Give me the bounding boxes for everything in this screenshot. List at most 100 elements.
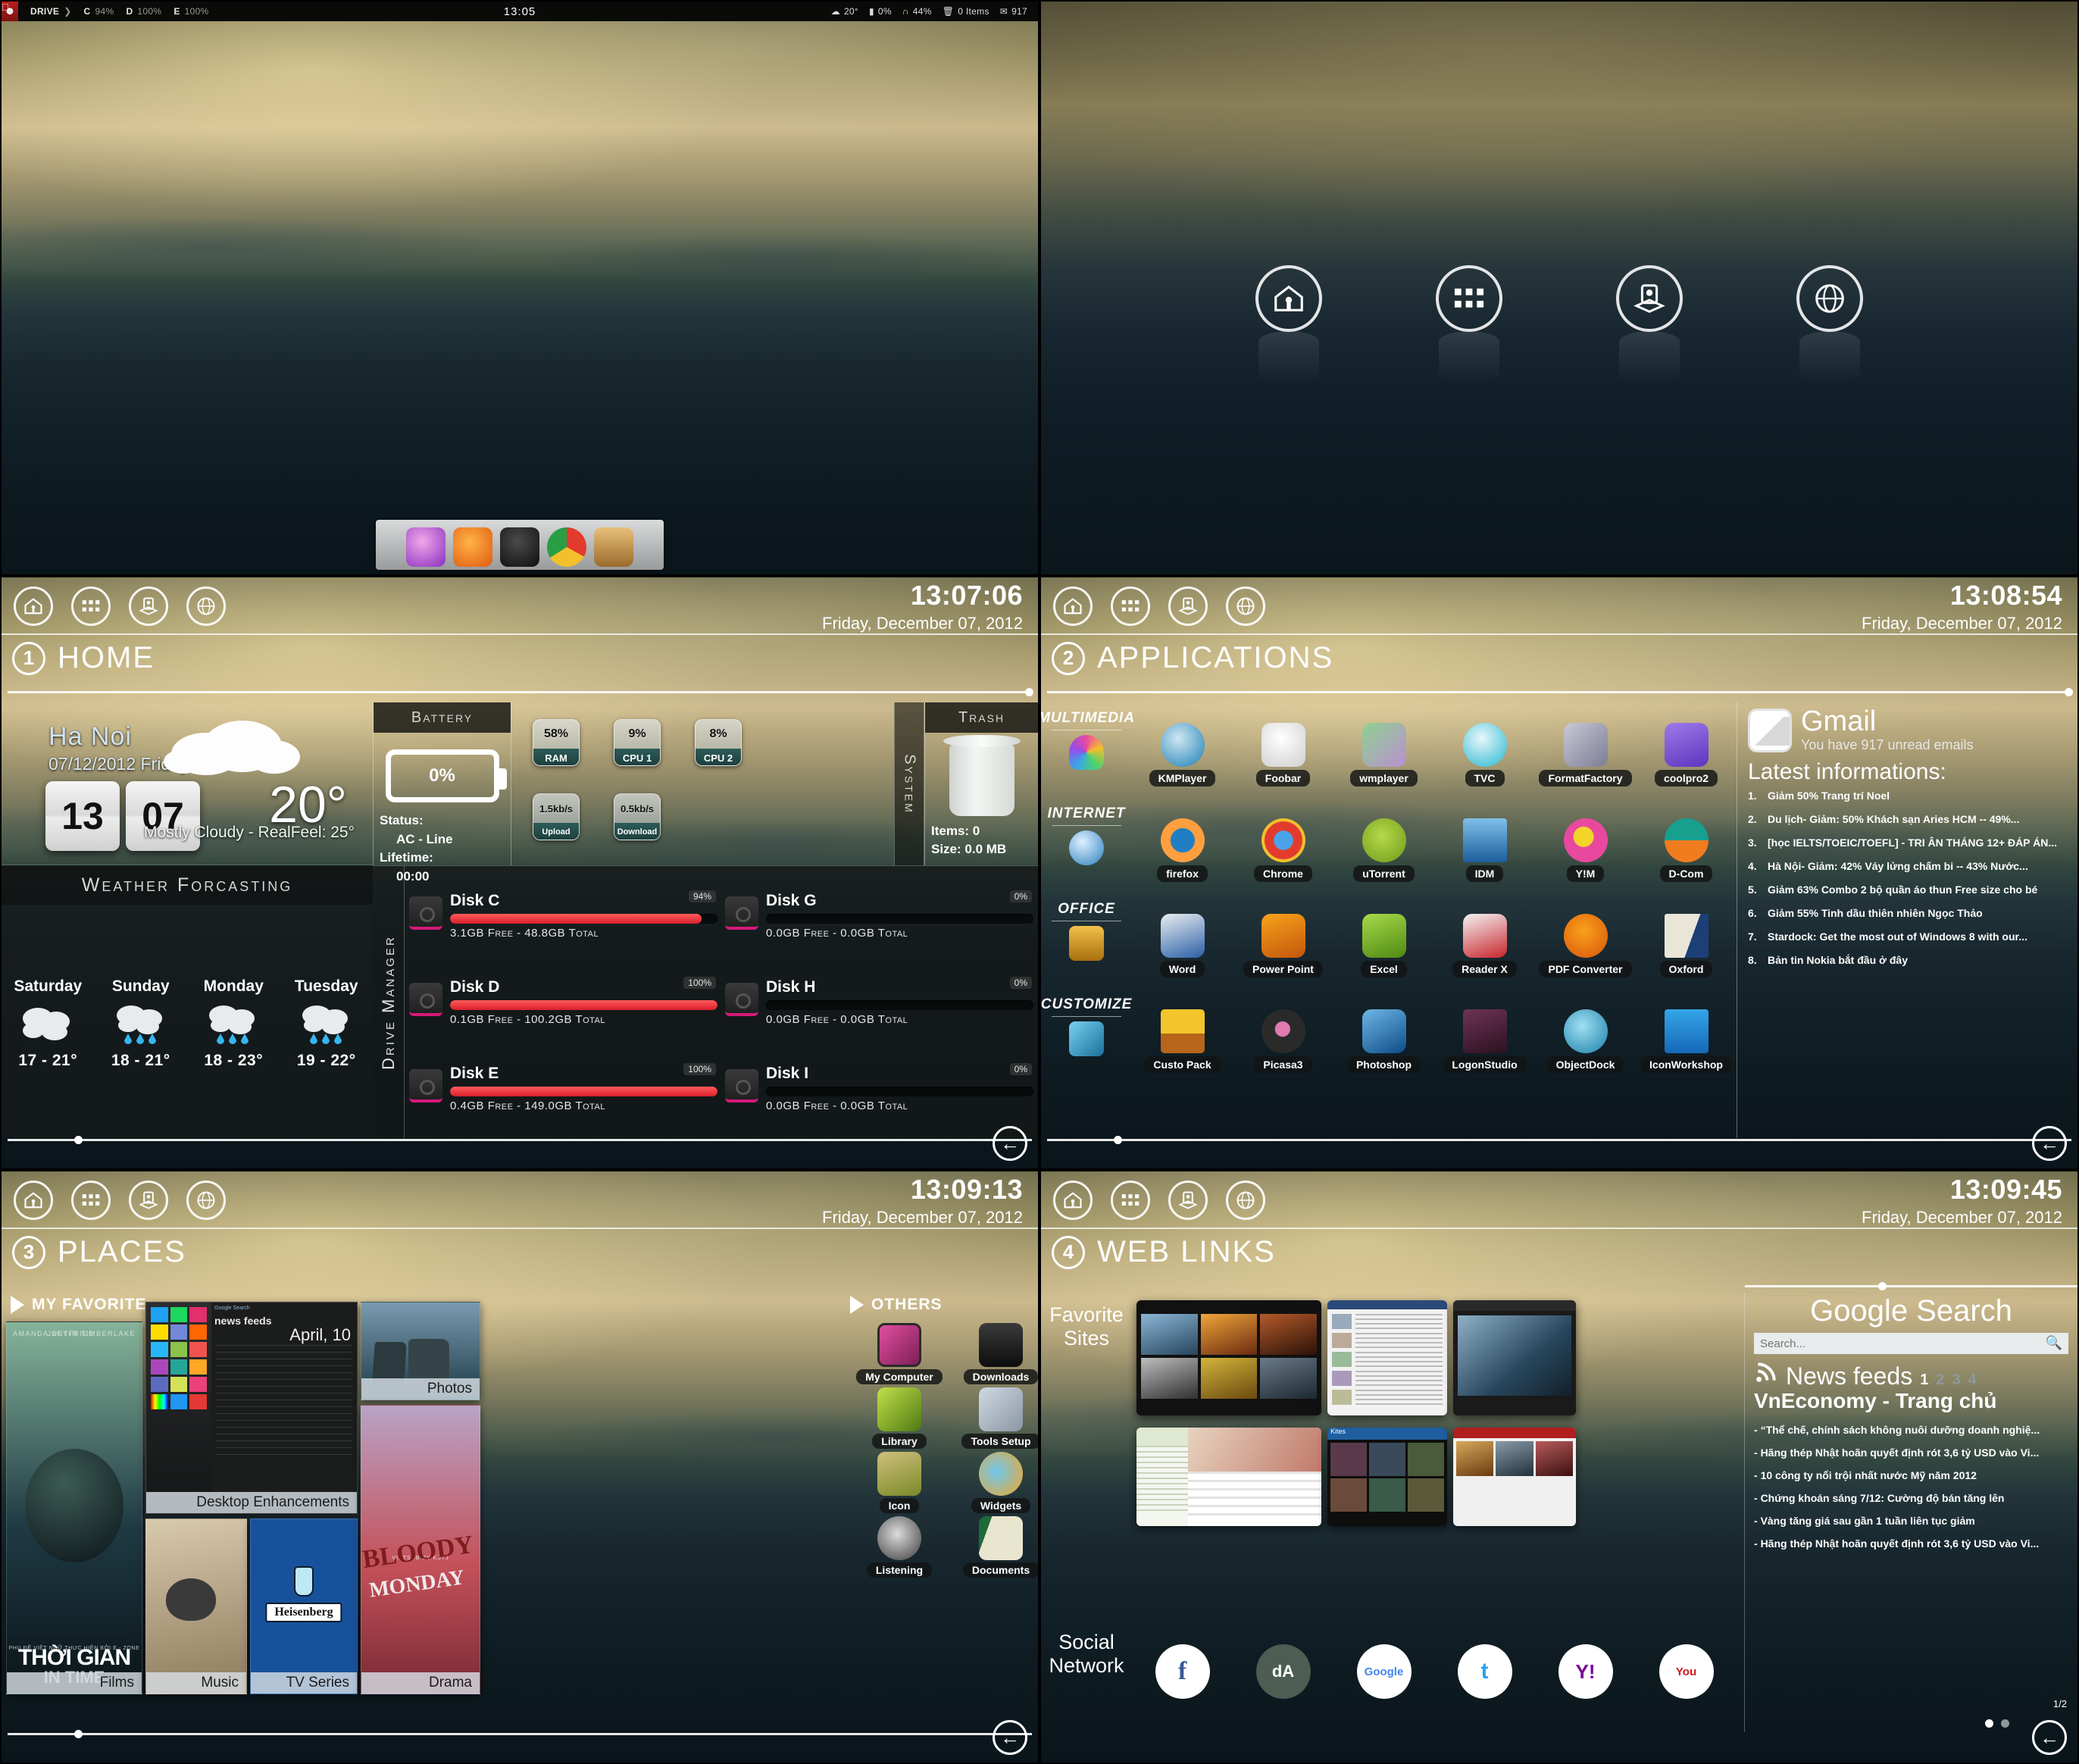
progress-handle[interactable]: [1877, 1282, 1887, 1290]
dot-inactive[interactable]: [2001, 1719, 2009, 1728]
tile-films[interactable]: AMANDA SEYFRIED JUSTIN TIMBERLAKE PHỤ ĐỀ…: [6, 1321, 142, 1694]
google-icon[interactable]: Google: [1356, 1644, 1412, 1699]
disk-row[interactable]: Disk G 0.0GB Free - 0.0GB Total 0%: [725, 890, 1033, 940]
other-downloads[interactable]: Downloads: [953, 1323, 1038, 1384]
app-logonstudio[interactable]: LogonStudio: [1434, 1009, 1535, 1073]
applications-progress-bottom[interactable]: [1047, 1136, 2071, 1144]
nav-web-button[interactable]: [1226, 586, 1265, 626]
site-thumb-rainmeter[interactable]: [1453, 1300, 1576, 1415]
applications-back-button[interactable]: ←: [2032, 1126, 2067, 1161]
news-page-2[interactable]: 2: [1936, 1371, 1944, 1389]
nav-web-button[interactable]: [1226, 1181, 1265, 1220]
tile-desktop-enhancements[interactable]: Google Search news feeds April, 10 Deskt…: [145, 1302, 358, 1514]
weblinks-back-button[interactable]: ←: [2032, 1720, 2067, 1755]
nav-home-button[interactable]: [1053, 1181, 1093, 1220]
facebook-icon[interactable]: f: [1155, 1644, 1210, 1699]
apple-menu-button[interactable]: [2, 2, 18, 21]
dock-item-itunes[interactable]: [406, 527, 446, 567]
news-item[interactable]: - Hãng thép Nhật hoãn quyết định rót 3,6…: [1754, 1537, 2068, 1550]
tile-music[interactable]: Music: [145, 1518, 247, 1694]
tile-ram[interactable]: 58% RAM: [533, 719, 580, 766]
app-oxford[interactable]: Oxford: [1636, 914, 1737, 977]
nav-web-button[interactable]: [186, 586, 226, 626]
app-firefox[interactable]: firefox: [1132, 818, 1233, 882]
nav-places-button[interactable]: [1168, 1181, 1208, 1220]
nav-apps-button[interactable]: [71, 1181, 111, 1220]
disk-row[interactable]: Disk D 0.1GB Free - 100.2GB Total 100%: [409, 976, 717, 1026]
nav-home-button[interactable]: [14, 1181, 53, 1220]
other-my-computer[interactable]: My Computer: [852, 1323, 947, 1384]
launcher-places-button[interactable]: [1616, 264, 1683, 384]
dock-item-chrome[interactable]: [547, 527, 586, 567]
disk-row[interactable]: Disk C 3.1GB Free - 48.8GB Total 94%: [409, 890, 717, 940]
launcher-home-button[interactable]: [1255, 264, 1322, 384]
home-back-button[interactable]: ←: [993, 1126, 1027, 1161]
nav-home-button[interactable]: [1053, 586, 1093, 626]
news-page-1[interactable]: 1: [1920, 1371, 1928, 1389]
category-multimedia[interactable]: MULTIMEDIA: [1041, 710, 1134, 805]
tile-download[interactable]: 0.5kb/s Download: [614, 793, 661, 840]
site-thumb-music[interactable]: [1136, 1428, 1321, 1526]
app-foobar[interactable]: Foobar: [1233, 723, 1333, 787]
app-tvc[interactable]: TVC: [1434, 723, 1535, 787]
tile-cpu1[interactable]: 9% CPU 1: [614, 719, 661, 766]
category-customize[interactable]: CUSTOMIZE: [1041, 996, 1132, 1092]
news-item[interactable]: - “Thể chế, chính sách không nuôi dưỡng …: [1754, 1424, 2068, 1436]
app-kmplayer[interactable]: KMPlayer: [1132, 723, 1233, 787]
launcher-apps-button[interactable]: [1436, 264, 1502, 384]
places-progress-bottom[interactable]: [8, 1730, 1032, 1738]
youtube-icon[interactable]: You: [1659, 1644, 1714, 1699]
app-wmplayer[interactable]: wmplayer: [1333, 723, 1434, 787]
nav-places-button[interactable]: [129, 1181, 168, 1220]
gmail-item[interactable]: 4. Hà Nội- Giảm: 42% Váy lửng chấm bi -- …: [1748, 860, 2070, 872]
site-thumb-movies[interactable]: [1453, 1428, 1576, 1526]
app-powerpoint[interactable]: Power Point: [1233, 914, 1333, 977]
tile-cpu2[interactable]: 8% CPU 2: [695, 719, 742, 766]
app-excel[interactable]: Excel: [1333, 914, 1434, 977]
weather-widget[interactable]: Ha Noi 07/12/2012 Friday 13 07 20° Mostl…: [2, 702, 373, 865]
dot-active[interactable]: [1985, 1719, 1993, 1728]
app-chrome[interactable]: Chrome: [1233, 818, 1333, 882]
app-pdfconverter[interactable]: PDF Converter: [1535, 914, 1636, 977]
applications-progress-top[interactable]: [1047, 688, 2073, 696]
app-word[interactable]: Word: [1132, 914, 1233, 977]
other-library[interactable]: Library: [852, 1387, 947, 1449]
tile-drama[interactable]: VIETSUB BY KSTJ BLOODY MONDAY Drama: [361, 1405, 480, 1694]
app-picasa3[interactable]: Picasa3: [1233, 1009, 1333, 1073]
progress-handle[interactable]: [74, 1136, 83, 1144]
site-thumb-news[interactable]: [1327, 1300, 1447, 1415]
news-item[interactable]: - Chứng khoán sáng 7/12: Cường độ bán tă…: [1754, 1492, 2068, 1504]
app-formatfactory[interactable]: FormatFactory: [1535, 723, 1636, 787]
tile-upload[interactable]: 1.5kb/s Upload: [533, 793, 580, 840]
site-thumb-kites[interactable]: Kites: [1327, 1428, 1447, 1526]
gmail-item[interactable]: 7. Stardock: Get the most out of Windows …: [1748, 930, 2070, 943]
nav-apps-button[interactable]: [71, 586, 111, 626]
gmail-item[interactable]: 2. Du lịch- Giảm: 50% Khách sạn Aries HCM…: [1748, 813, 2070, 825]
disk-row[interactable]: Disk E 0.4GB Free - 149.0GB Total 100%: [409, 1063, 717, 1112]
news-item[interactable]: - Hãng thép Nhật hoãn quyết định rót 3,6…: [1754, 1447, 2068, 1459]
news-page-3[interactable]: 3: [1952, 1371, 1960, 1389]
places-back-button[interactable]: ←: [993, 1720, 1027, 1755]
progress-handle[interactable]: [1114, 1136, 1122, 1144]
other-tools-setup[interactable]: Tools Setup: [953, 1387, 1038, 1449]
news-item[interactable]: - Vàng tăng giá sau gần 1 tuần liên tục …: [1754, 1515, 2068, 1527]
twitter-icon[interactable]: t: [1457, 1644, 1512, 1699]
drive-menu-label[interactable]: DRIVE: [30, 6, 59, 17]
carousel-dots[interactable]: [1985, 1719, 2009, 1728]
disk-row[interactable]: Disk H 0.0GB Free - 0.0GB Total 0%: [725, 976, 1033, 1026]
app-objectdock[interactable]: ObjectDock: [1535, 1009, 1636, 1073]
deviantart-icon[interactable]: dA: [1255, 1644, 1311, 1699]
my-favorite-header[interactable]: MY FAVORITE: [11, 1296, 146, 1314]
search-input[interactable]: [1760, 1337, 2062, 1350]
launcher-web-button[interactable]: [1796, 264, 1863, 384]
nav-places-button[interactable]: [1168, 586, 1208, 626]
gmail-item[interactable]: 6. Giảm 55% Tinh dầu thiên nhiên Ngọc Thả…: [1748, 907, 2070, 919]
category-internet[interactable]: INTERNET: [1041, 805, 1132, 901]
dock-item-firefox[interactable]: [453, 527, 492, 567]
other-icon[interactable]: Icon: [852, 1452, 947, 1513]
app-utorrent[interactable]: uTorrent: [1333, 818, 1434, 882]
gmail-item[interactable]: 1. Giảm 50% Trang trí Noel: [1748, 790, 2070, 802]
home-progress-top[interactable]: [8, 688, 1033, 696]
app-photoshop[interactable]: Photoshop: [1333, 1009, 1434, 1073]
nav-home-button[interactable]: [14, 586, 53, 626]
